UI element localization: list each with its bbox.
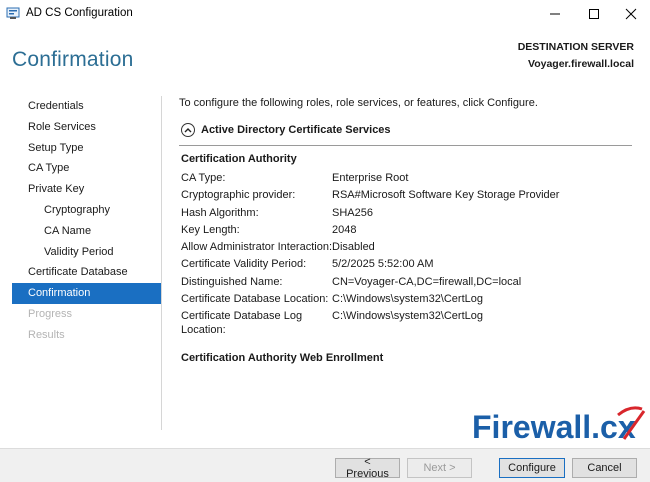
server-manager-icon: [6, 7, 20, 19]
configure-button[interactable]: Configure: [499, 458, 565, 478]
cancel-button[interactable]: Cancel: [572, 458, 637, 478]
maximize-button[interactable]: [575, 0, 613, 28]
section-divider: [179, 145, 632, 146]
detail-value: Disabled: [332, 241, 375, 254]
nav-item-validity-period[interactable]: Validity Period: [12, 242, 161, 263]
nav-item-role-services[interactable]: Role Services: [12, 117, 161, 138]
close-button[interactable]: [612, 0, 650, 28]
detail-key: Allow Administrator Interaction:: [181, 241, 333, 254]
destination-server-label: DESTINATION SERVER: [517, 41, 634, 53]
detail-value: Enterprise Root: [332, 172, 409, 184]
nav-item-ca-type[interactable]: CA Type: [12, 158, 161, 179]
detail-value: 2048: [332, 223, 357, 236]
section-header[interactable]: Active Directory Certificate Services: [181, 123, 391, 137]
title-bar: AD CS Configuration: [0, 0, 650, 28]
nav-item-ca-name[interactable]: CA Name: [12, 221, 161, 242]
window-title: AD CS Configuration: [26, 7, 133, 19]
section-title: Active Directory Certificate Services: [201, 124, 391, 136]
nav-item-results: Results: [28, 328, 65, 341]
detail-value: CN=Voyager-CA,DC=firewall,DC=local: [332, 275, 522, 288]
wizard-nav: Credentials Role Services Setup Type CA …: [12, 96, 161, 346]
minimize-icon: [550, 13, 560, 15]
ca-details: CA Type: Enterprise Root Cryptographic p…: [181, 171, 641, 339]
web-enrollment-title: Certification Authority Web Enrollment: [181, 352, 384, 364]
nav-item-credentials[interactable]: Credentials: [12, 96, 161, 117]
maximize-icon: [589, 9, 599, 19]
detail-row: Allow Administrator Interaction: Disable…: [181, 240, 641, 257]
page-title: Confirmation: [12, 48, 134, 71]
detail-row: Distinguished Name: CN=Voyager-CA,DC=fir…: [181, 275, 641, 292]
nav-item-setup-type[interactable]: Setup Type: [12, 138, 161, 159]
detail-key: Distinguished Name:: [181, 275, 283, 288]
close-icon: [625, 8, 637, 20]
destination-server-name: Voyager.firewall.local: [527, 58, 634, 70]
detail-key: Key Length:: [181, 223, 240, 236]
collapse-button[interactable]: [181, 123, 195, 137]
detail-key: Cryptographic provider:: [181, 189, 296, 202]
chevron-up-icon: [184, 128, 192, 133]
detail-row: Key Length: 2048: [181, 223, 641, 240]
nav-item-certificate-database[interactable]: Certificate Database: [12, 262, 161, 283]
intro-text: To configure the following roles, role s…: [179, 97, 538, 109]
detail-key: CA Type:: [181, 172, 226, 184]
detail-value: SHA256: [332, 206, 373, 219]
nav-item-private-key[interactable]: Private Key: [12, 179, 161, 200]
firewall-cx-logo: Firewall.cx: [472, 406, 646, 445]
detail-row: Certificate Database Log Location: C:\Wi…: [181, 309, 641, 339]
detail-key: Hash Algorithm:: [181, 206, 259, 219]
previous-button[interactable]: < Previous: [335, 456, 400, 480]
nav-item-progress: Progress: [28, 307, 73, 320]
detail-key: Certificate Database Log Location:: [181, 310, 303, 337]
detail-value: RSA#Microsoft Software Key Storage Provi…: [332, 189, 560, 202]
detail-row: Certificate Database Location: C:\Window…: [181, 292, 641, 309]
detail-row: Hash Algorithm: SHA256: [181, 206, 641, 223]
detail-value: C:\Windows\system32\CertLog: [332, 293, 483, 306]
detail-key: Certificate Validity Period:: [181, 258, 307, 271]
nav-item-confirmation[interactable]: Confirmation: [12, 283, 161, 304]
ca-group-title: Certification Authority: [181, 153, 297, 165]
detail-row: Cryptographic provider: RSA#Microsoft So…: [181, 188, 641, 205]
detail-row: CA Type: Enterprise Root: [181, 171, 641, 188]
minimize-button[interactable]: [536, 0, 574, 28]
nav-item-cryptography[interactable]: Cryptography: [12, 200, 161, 221]
detail-row: Certificate Validity Period: 5/2/2025 5:…: [181, 257, 641, 274]
detail-value: 5/2/2025 5:52:00 AM: [332, 258, 434, 271]
detail-value: C:\Windows\system32\CertLog: [332, 310, 483, 323]
nav-divider: [161, 96, 162, 430]
logo-text: Firewall.cx: [472, 409, 636, 445]
detail-key: Certificate Database Location:: [181, 293, 329, 306]
next-button[interactable]: Next >: [407, 458, 472, 478]
